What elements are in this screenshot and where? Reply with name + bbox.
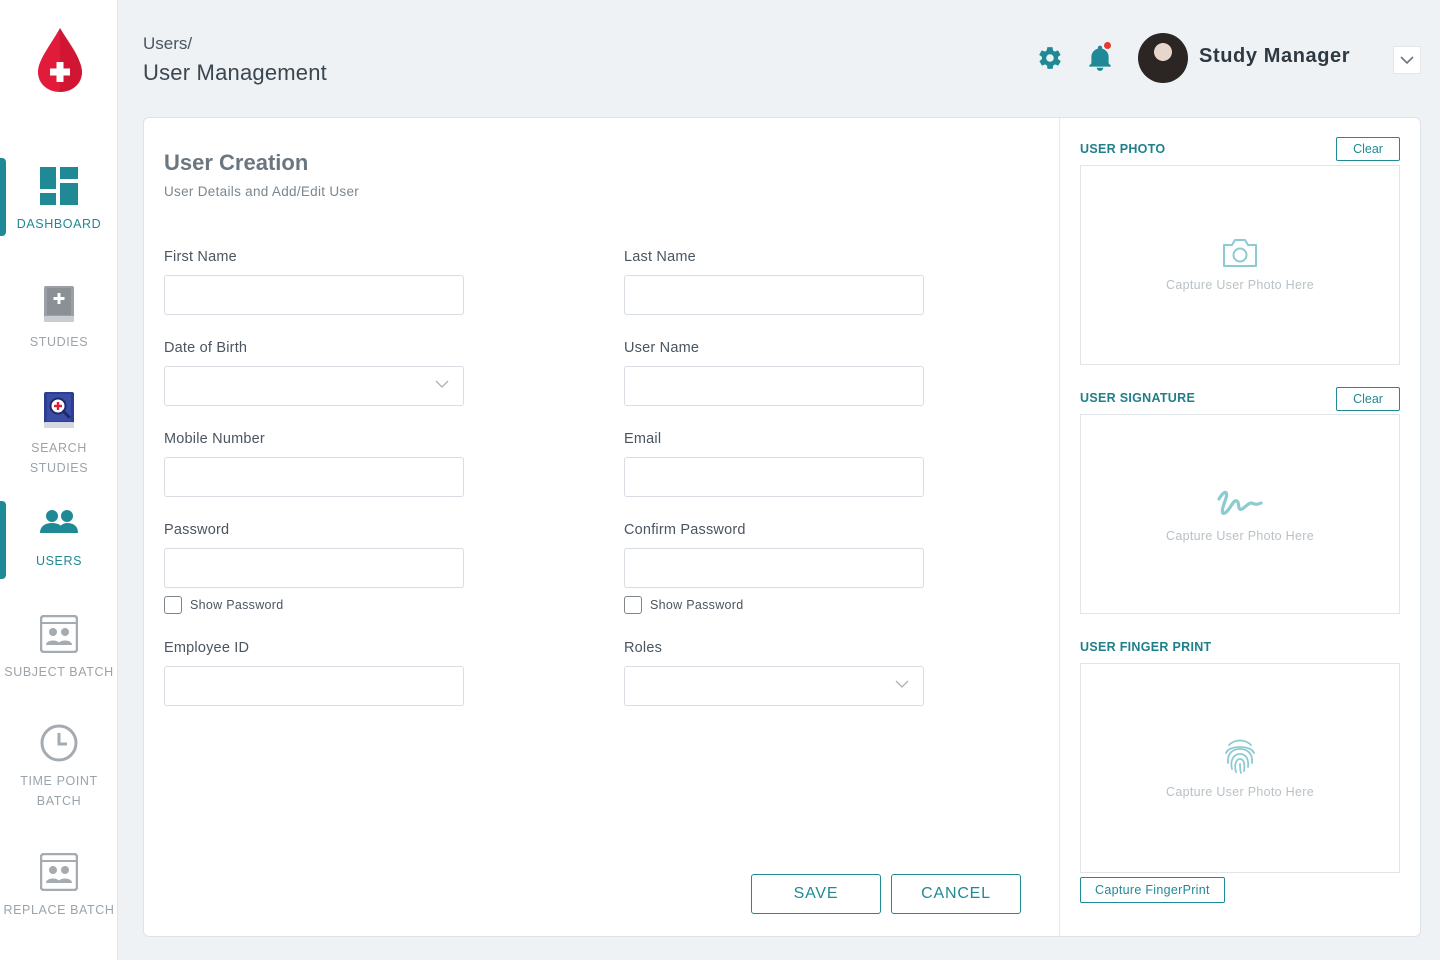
mobile-input[interactable] <box>164 457 464 497</box>
camera-icon <box>1223 239 1257 267</box>
signature-capture-hint: Capture User Photo Here <box>1166 529 1314 543</box>
search-studies-icon <box>39 390 79 430</box>
user-photo-label: USER PHOTO <box>1080 142 1166 156</box>
page-title: User Management <box>143 60 327 85</box>
roles-label: Roles <box>624 640 663 656</box>
roles-select[interactable] <box>624 666 924 706</box>
sidebar-item-replace-batch[interactable]: REPLACE BATCH <box>0 852 118 920</box>
signature-icon <box>1217 490 1263 515</box>
user-name: Study Manager <box>1199 45 1351 67</box>
capture-fingerprint-button[interactable]: Capture FingerPrint <box>1080 877 1225 903</box>
user-menu-dropdown-button[interactable] <box>1393 46 1421 74</box>
avatar[interactable] <box>1138 33 1188 83</box>
form-title: User Creation <box>164 150 309 175</box>
employee-id-label: Employee ID <box>164 640 250 656</box>
password-input[interactable] <box>164 548 464 588</box>
confirm-password-input[interactable] <box>624 548 924 588</box>
user-name-group: User Name <box>624 340 924 406</box>
employee-id-input[interactable] <box>164 666 464 706</box>
show-confirm-password-checkbox[interactable] <box>624 596 642 614</box>
show-password-checkbox[interactable] <box>164 596 182 614</box>
blood-drop-logo-icon <box>36 26 84 96</box>
first-name-label: First Name <box>164 249 237 265</box>
user-name-input[interactable] <box>624 366 924 406</box>
cancel-button[interactable]: CANCEL <box>891 874 1021 914</box>
fingerprint-icon <box>1225 739 1255 774</box>
confirm-password-group: Confirm Password <box>624 522 924 588</box>
sidebar-item-label: STUDIES <box>29 335 89 349</box>
photo-capture-area[interactable]: Capture User Photo Here <box>1080 165 1400 365</box>
replace-batch-icon <box>39 852 79 892</box>
email-input[interactable] <box>624 457 924 497</box>
sidebar-item-label: DASHBOARD <box>16 217 102 231</box>
sidebar-item-users[interactable]: USERS <box>0 501 118 579</box>
dashboard-icon <box>39 166 79 206</box>
users-icon <box>39 503 79 543</box>
settings-button[interactable] <box>1034 42 1066 74</box>
chevron-down-icon <box>895 680 909 688</box>
user-name-label: User Name <box>624 340 700 356</box>
chevron-down-icon <box>435 380 449 388</box>
show-confirm-password-toggle[interactable]: Show Password <box>624 596 744 614</box>
roles-group: Roles <box>624 640 924 706</box>
chevron-down-icon <box>1400 56 1414 65</box>
show-password-label: Show Password <box>190 598 284 612</box>
active-indicator <box>0 158 6 236</box>
password-label: Password <box>164 522 230 538</box>
last-name-label: Last Name <box>624 249 696 265</box>
clear-signature-button[interactable]: Clear <box>1336 387 1400 411</box>
user-form: User Creation User Details and Add/Edit … <box>144 118 1060 936</box>
first-name-group: First Name <box>164 249 464 315</box>
sidebar-item-label: REPLACE BATCH <box>3 903 115 917</box>
password-group: Password <box>164 522 464 588</box>
biometrics-panel: USER PHOTO Clear Capture User Photo Here… <box>1060 118 1420 936</box>
photo-capture-hint: Capture User Photo Here <box>1166 278 1314 292</box>
sidebar-item-time-point-batch[interactable]: TIME POINT BATCH <box>0 723 118 811</box>
mobile-label: Mobile Number <box>164 431 265 447</box>
first-name-input[interactable] <box>164 275 464 315</box>
subject-batch-icon <box>39 614 79 654</box>
dob-group: Date of Birth <box>164 340 464 406</box>
sidebar-item-dashboard[interactable]: DASHBOARD <box>0 158 118 236</box>
sidebar-item-search-studies[interactable]: SEARCH STUDIES <box>0 390 118 478</box>
dob-label: Date of Birth <box>164 340 248 356</box>
notification-badge <box>1104 42 1111 49</box>
user-signature-label: USER SIGNATURE <box>1080 391 1196 405</box>
signature-capture-area[interactable]: Capture User Photo Here <box>1080 414 1400 614</box>
last-name-input[interactable] <box>624 275 924 315</box>
save-button[interactable]: SAVE <box>751 874 881 914</box>
breadcrumb[interactable]: Users/ <box>143 34 192 54</box>
user-fingerprint-label: USER FINGER PRINT <box>1080 640 1212 654</box>
show-password-toggle[interactable]: Show Password <box>164 596 284 614</box>
clock-icon <box>39 723 79 763</box>
sidebar-item-label: SEARCH STUDIES <box>29 441 89 475</box>
sidebar: DASHBOARD STUDIES SEARCH STUDIES USERS S… <box>0 0 118 960</box>
sidebar-item-label: USERS <box>35 554 83 568</box>
studies-book-icon <box>39 284 79 324</box>
gear-icon <box>1039 47 1061 69</box>
email-group: Email <box>624 431 924 497</box>
user-creation-card: User Creation User Details and Add/Edit … <box>143 117 1421 937</box>
sidebar-item-subject-batch[interactable]: SUBJECT BATCH <box>0 614 118 682</box>
show-password-label: Show Password <box>650 598 744 612</box>
fingerprint-capture-area[interactable]: Capture User Photo Here <box>1080 663 1400 873</box>
sidebar-item-studies[interactable]: STUDIES <box>0 284 118 352</box>
active-indicator <box>0 501 6 579</box>
clear-photo-button[interactable]: Clear <box>1336 137 1400 161</box>
employee-id-group: Employee ID <box>164 640 464 706</box>
email-label: Email <box>624 431 662 447</box>
form-subtitle: User Details and Add/Edit User <box>164 184 360 199</box>
last-name-group: Last Name <box>624 249 924 315</box>
mobile-group: Mobile Number <box>164 431 464 497</box>
notifications-button[interactable] <box>1084 42 1116 74</box>
confirm-password-label: Confirm Password <box>624 522 746 538</box>
fingerprint-capture-hint: Capture User Photo Here <box>1166 785 1314 799</box>
dob-select[interactable] <box>164 366 464 406</box>
sidebar-item-label: TIME POINT BATCH <box>20 774 98 808</box>
header-icons <box>1034 42 1116 74</box>
sidebar-item-label: SUBJECT BATCH <box>4 665 114 679</box>
